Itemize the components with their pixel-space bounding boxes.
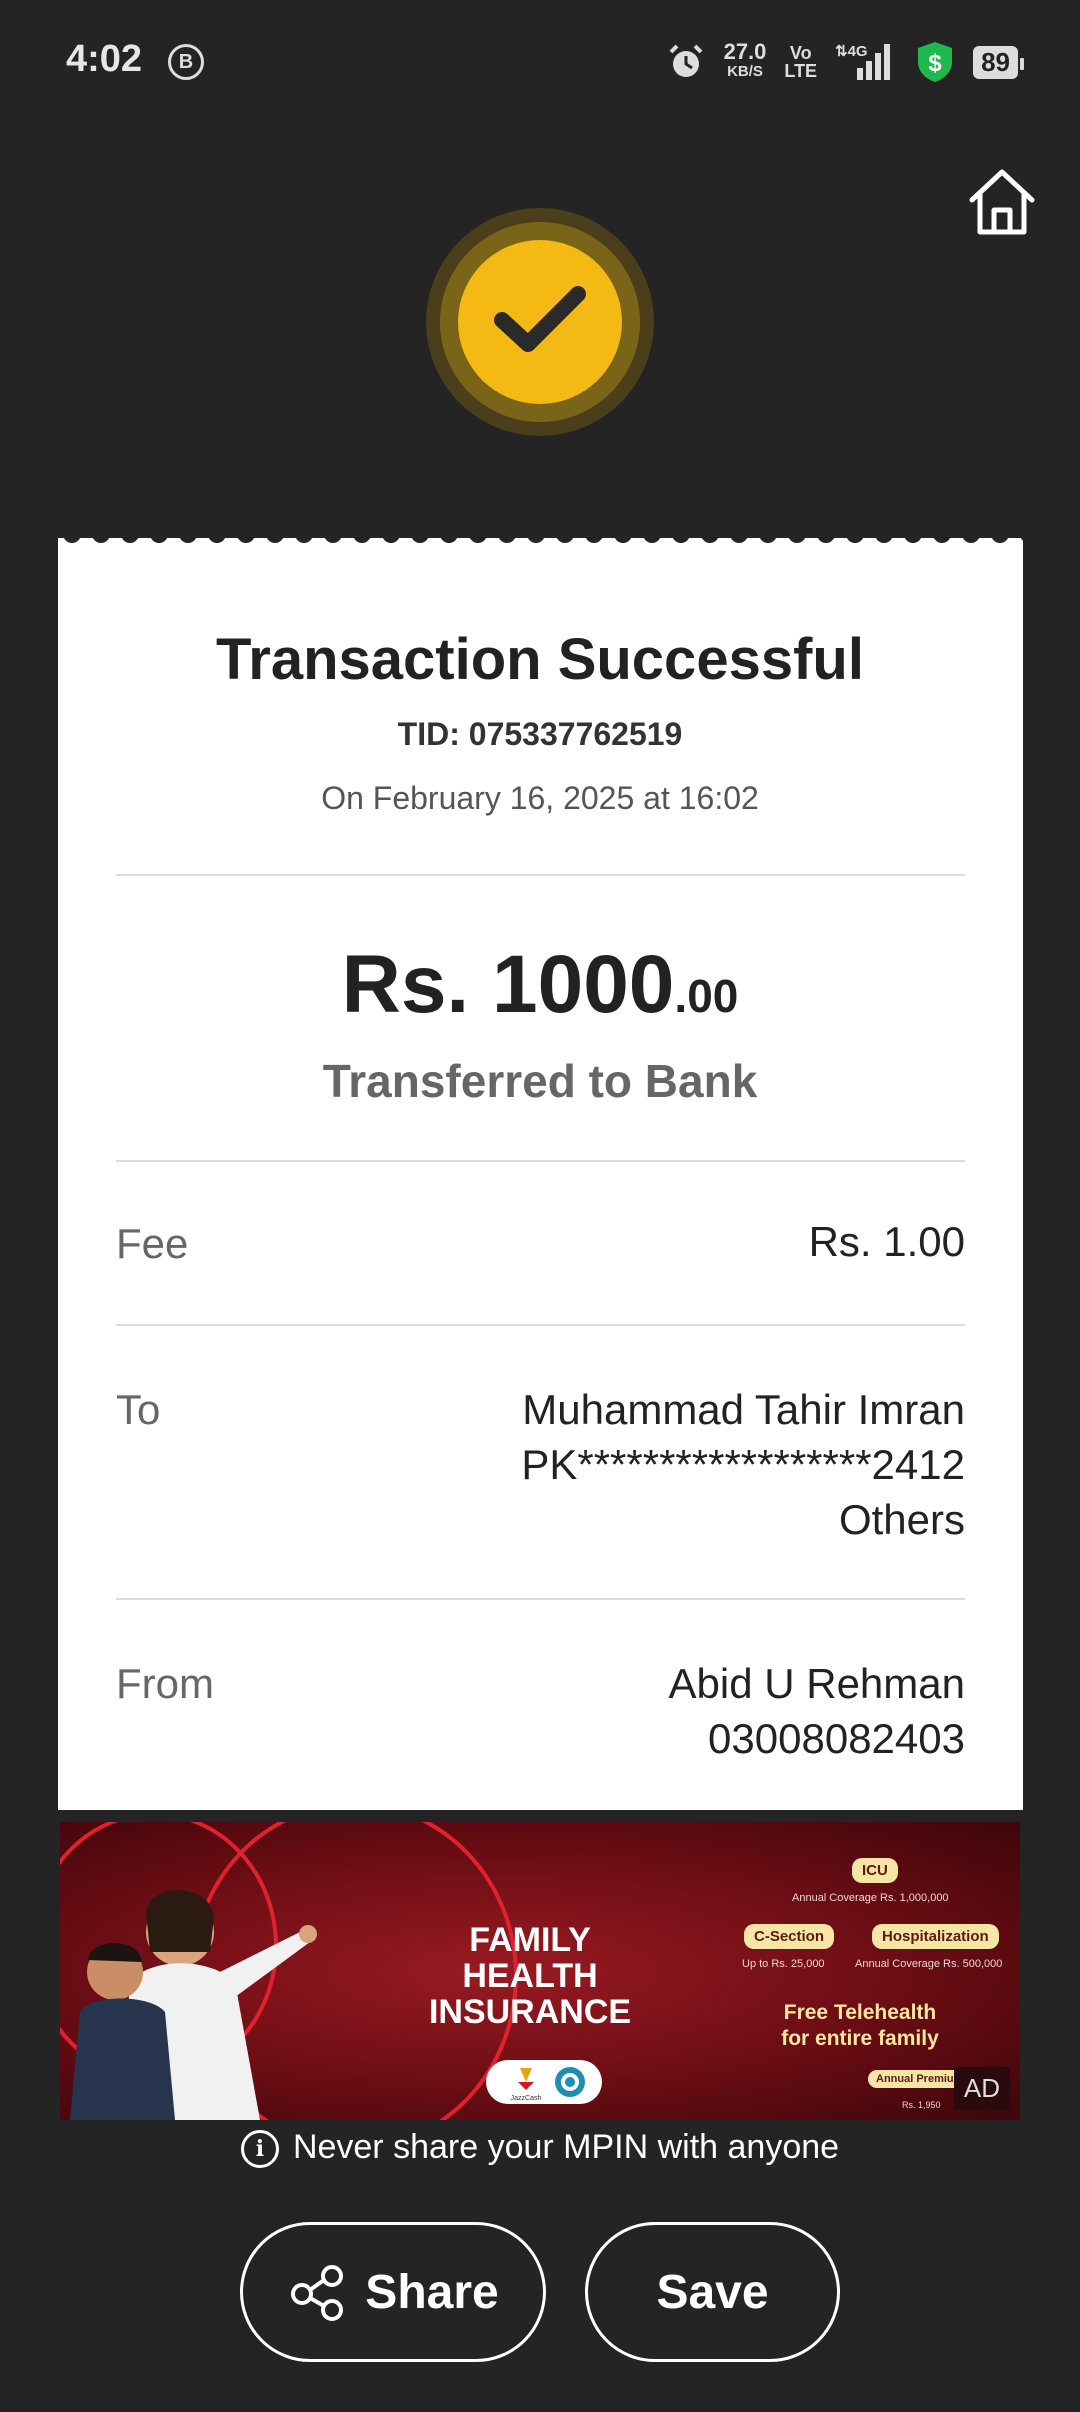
- ad-csection-coverage: Up to Rs. 25,000: [742, 1958, 825, 1970]
- status-time: 4:02: [66, 38, 143, 80]
- divider: [116, 1598, 965, 1600]
- recipient-account: PK******************2412: [521, 1441, 965, 1488]
- to-label: To: [116, 1386, 161, 1433]
- save-button[interactable]: Save: [585, 2222, 840, 2362]
- fee-label: Fee: [116, 1220, 189, 1267]
- transaction-description: Transferred to Bank: [322, 1055, 758, 1107]
- divider: [116, 1160, 965, 1162]
- ad-telehealth: Free Telehealth for entire family: [781, 2001, 939, 2050]
- battery-indicator: 89: [973, 45, 1024, 79]
- ad-title: FAMILY HEALTH INSURANCE: [428, 1921, 632, 2031]
- from-details: Abid U Rehman 03008082403: [669, 1656, 965, 1766]
- ad-pill-csection: C-Section: [744, 1924, 835, 1949]
- divider: [116, 1324, 965, 1326]
- fee-value: Rs. 1.00: [808, 1218, 965, 1265]
- ad-hospital-coverage: Annual Coverage Rs. 500,000: [855, 1958, 1003, 1970]
- info-icon: i: [240, 2130, 279, 2169]
- receipt-scallop-edge: [58, 528, 1023, 554]
- alarm-icon: [669, 44, 702, 77]
- svg-text:JazzCash: JazzCash: [511, 2095, 542, 2102]
- save-button-label: Save: [656, 2265, 769, 2319]
- transaction-id: TID: 075337762519: [397, 716, 683, 752]
- status-bar: 4:02 B 27.0 KB/S Vo LTE ⇅4G $ 89: [0, 0, 1080, 120]
- signal-icon: ⇅4G: [835, 43, 891, 80]
- ad-banner[interactable]: FAMILY HEALTH INSURANCE ICU Annual Cover…: [60, 1822, 1020, 2120]
- net-speed: 27.0 KB/S: [723, 39, 767, 81]
- ad-partner-logos: JazzCash: [486, 2060, 602, 2104]
- svg-text:$: $: [928, 50, 942, 77]
- family-photo: [70, 1890, 317, 2120]
- recipient-name: Muhammad Tahir Imran: [522, 1386, 965, 1433]
- from-label: From: [116, 1660, 214, 1707]
- recipient-type: Others: [838, 1496, 965, 1543]
- mpin-warning: i Never share your MPIN with anyone: [0, 2128, 1080, 2169]
- transaction-title: Transaction Successful: [216, 627, 864, 692]
- divider: [116, 874, 965, 876]
- ad-icu-coverage: Annual Coverage Rs. 1,000,000: [792, 1892, 949, 1904]
- home-icon[interactable]: [966, 166, 1038, 238]
- mpin-warning-text: Never share your MPIN with anyone: [292, 2128, 840, 2166]
- share-button[interactable]: Share: [240, 2222, 546, 2362]
- checkmark-icon: [494, 286, 586, 352]
- share-icon: [291, 2265, 344, 2321]
- share-button-label: Share: [365, 2265, 499, 2319]
- volte-icon: Vo LTE: [784, 43, 818, 81]
- to-details: Muhammad Tahir Imran PK*****************…: [521, 1382, 965, 1547]
- b-badge-icon: B: [168, 44, 204, 80]
- ad-premium-value: Rs. 1,950: [902, 2100, 941, 2110]
- ad-tag: AD: [953, 2067, 1010, 2110]
- security-shield-icon: $: [918, 42, 953, 82]
- success-check-badge: [426, 208, 654, 436]
- transaction-datetime: On February 16, 2025 at 16:02: [321, 780, 759, 816]
- status-icons: 27.0 KB/S Vo LTE ⇅4G $ 89: [666, 38, 1024, 86]
- sender-number: 03008082403: [708, 1715, 965, 1762]
- ad-pill-hospitalization: Hospitalization: [872, 1924, 999, 1949]
- svg-text:⇅4G: ⇅4G: [835, 43, 868, 60]
- sender-name: Abid U Rehman: [668, 1660, 965, 1707]
- ad-pill-icu: ICU: [852, 1858, 898, 1883]
- transaction-amount: Rs. 1000.00: [341, 939, 739, 1030]
